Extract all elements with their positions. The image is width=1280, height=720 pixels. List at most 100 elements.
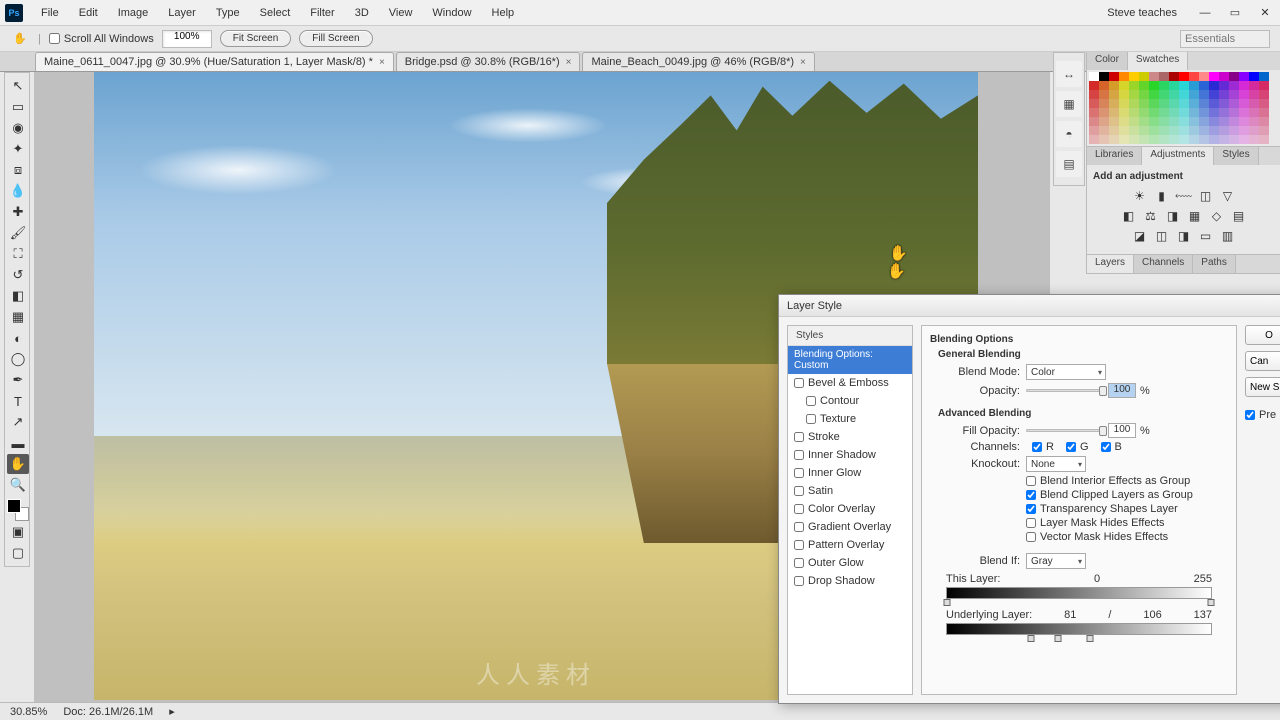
swatches-grid[interactable] bbox=[1087, 70, 1280, 146]
levels-icon[interactable]: ▮ bbox=[1154, 188, 1170, 204]
drop-shadow-row[interactable]: Drop Shadow bbox=[788, 572, 912, 590]
new-style-button[interactable]: New S bbox=[1245, 377, 1280, 397]
cancel-button[interactable]: Can bbox=[1245, 351, 1280, 371]
properties-panel-icon[interactable]: ▦ bbox=[1056, 91, 1082, 117]
path-tool[interactable]: ↗ bbox=[7, 412, 29, 432]
brightness-icon[interactable]: ☀ bbox=[1132, 188, 1148, 204]
scroll-all-windows-checkbox[interactable]: Scroll All Windows bbox=[49, 33, 154, 45]
posterize-icon[interactable]: ◫ bbox=[1154, 228, 1170, 244]
menu-file[interactable]: File bbox=[31, 7, 69, 19]
invert-icon[interactable]: ◪ bbox=[1132, 228, 1148, 244]
opacity-input[interactable]: 100 bbox=[1108, 383, 1136, 398]
pattern-overlay-row[interactable]: Pattern Overlay bbox=[788, 536, 912, 554]
blending-options-row[interactable]: Blending Options: Custom bbox=[788, 346, 912, 374]
underlying-layer-gradient[interactable] bbox=[946, 623, 1212, 635]
tab-close-icon[interactable]: × bbox=[379, 57, 385, 68]
menu-3d[interactable]: 3D bbox=[345, 7, 379, 19]
menu-help[interactable]: Help bbox=[482, 7, 525, 19]
close-button[interactable]: ✕ bbox=[1255, 5, 1275, 21]
bevel-emboss-row[interactable]: Bevel & Emboss bbox=[788, 374, 912, 392]
wand-tool[interactable]: ✦ bbox=[7, 139, 29, 159]
bw-icon[interactable]: ◨ bbox=[1165, 208, 1181, 224]
status-doc-size[interactable]: Doc: 26.1M/26.1M bbox=[63, 706, 153, 718]
gradient-tool[interactable]: ▦ bbox=[7, 307, 29, 327]
eyedropper-tool[interactable]: 💧 bbox=[7, 181, 29, 201]
stamp-tool[interactable]: ⛶ bbox=[7, 244, 29, 264]
menu-image[interactable]: Image bbox=[108, 7, 159, 19]
fit-screen-button[interactable]: Fit Screen bbox=[220, 30, 292, 47]
swatches-tab[interactable]: Swatches bbox=[1128, 52, 1188, 70]
styles-tab[interactable]: Styles bbox=[1214, 147, 1258, 165]
menu-view[interactable]: View bbox=[379, 7, 423, 19]
menu-edit[interactable]: Edit bbox=[69, 7, 108, 19]
pen-tool[interactable]: ✒ bbox=[7, 370, 29, 390]
blend-mode-select[interactable]: Color bbox=[1026, 364, 1106, 380]
tab-close-icon[interactable]: × bbox=[566, 57, 572, 68]
lut-icon[interactable]: ▤ bbox=[1231, 208, 1247, 224]
adjustments-tab[interactable]: Adjustments bbox=[1142, 147, 1214, 165]
inner-shadow-row[interactable]: Inner Shadow bbox=[788, 446, 912, 464]
channel-r-checkbox[interactable]: R bbox=[1032, 441, 1054, 453]
status-arrow-icon[interactable]: ▸ bbox=[169, 705, 175, 718]
document-tab[interactable]: Maine_0611_0047.jpg @ 30.9% (Hue/Saturat… bbox=[35, 52, 394, 71]
balance-icon[interactable]: ⚖ bbox=[1143, 208, 1159, 224]
document-tab[interactable]: Maine_Beach_0049.jpg @ 46% (RGB/8*)× bbox=[582, 52, 814, 71]
exposure-icon[interactable]: ◫ bbox=[1198, 188, 1214, 204]
knockout-select[interactable]: None bbox=[1026, 456, 1086, 472]
layers-tab[interactable]: Layers bbox=[1087, 255, 1134, 273]
blur-tool[interactable]: ◐ bbox=[7, 328, 29, 348]
fill-opacity-slider[interactable] bbox=[1026, 429, 1104, 432]
move-tool[interactable]: ↖ bbox=[7, 76, 29, 96]
workspace-switcher[interactable]: Essentials bbox=[1180, 30, 1270, 48]
libraries-tab[interactable]: Libraries bbox=[1087, 147, 1142, 165]
type-tool[interactable]: T bbox=[7, 391, 29, 411]
blend-interior-checkbox[interactable]: Blend Interior Effects as Group bbox=[1026, 475, 1228, 487]
color-tab[interactable]: Color bbox=[1087, 52, 1128, 70]
preview-checkbox[interactable]: Pre bbox=[1245, 409, 1280, 421]
dodge-tool[interactable]: ◯ bbox=[7, 349, 29, 369]
selective-icon[interactable]: ▥ bbox=[1220, 228, 1236, 244]
blend-clipped-checkbox[interactable]: Blend Clipped Layers as Group bbox=[1026, 489, 1228, 501]
photo-filter-icon[interactable]: ▦ bbox=[1187, 208, 1203, 224]
hand-tool-icon[interactable]: ✋ bbox=[10, 29, 30, 49]
character-panel-icon[interactable]: ▤ bbox=[1056, 151, 1082, 177]
vibrance-icon[interactable]: ▽ bbox=[1220, 188, 1236, 204]
zoom-tool[interactable]: 🔍 bbox=[7, 475, 29, 495]
minimize-button[interactable]: — bbox=[1195, 5, 1215, 21]
outer-glow-row[interactable]: Outer Glow bbox=[788, 554, 912, 572]
menu-window[interactable]: Window bbox=[422, 7, 481, 19]
blend-if-select[interactable]: Gray bbox=[1026, 553, 1086, 569]
layer-mask-hides-checkbox[interactable]: Layer Mask Hides Effects bbox=[1026, 517, 1228, 529]
crop-tool[interactable]: ⧈ bbox=[7, 160, 29, 180]
zoom-level-input[interactable]: 100% bbox=[162, 30, 212, 48]
vector-mask-hides-checkbox[interactable]: Vector Mask Hides Effects bbox=[1026, 531, 1228, 543]
lasso-tool[interactable]: ◉ bbox=[7, 118, 29, 138]
hand-tool[interactable]: ✋ bbox=[7, 454, 29, 474]
texture-row[interactable]: Texture bbox=[788, 410, 912, 428]
opacity-slider[interactable] bbox=[1026, 389, 1104, 392]
shape-tool[interactable]: ▬ bbox=[7, 433, 29, 453]
channel-b-checkbox[interactable]: B bbox=[1101, 441, 1122, 453]
info-panel-icon[interactable]: ◓ bbox=[1056, 121, 1082, 147]
quick-mask-toggle[interactable]: ▣ bbox=[7, 522, 29, 542]
paths-tab[interactable]: Paths bbox=[1193, 255, 1236, 273]
mixer-icon[interactable]: ◇ bbox=[1209, 208, 1225, 224]
history-brush-tool[interactable]: ↺ bbox=[7, 265, 29, 285]
document-tab[interactable]: Bridge.psd @ 30.8% (RGB/16*)× bbox=[396, 52, 581, 71]
history-panel-icon[interactable]: ↔ bbox=[1056, 61, 1082, 87]
foreground-background-colors[interactable] bbox=[7, 499, 29, 521]
hue-icon[interactable]: ◧ bbox=[1121, 208, 1137, 224]
channel-g-checkbox[interactable]: G bbox=[1066, 441, 1089, 453]
channels-tab[interactable]: Channels bbox=[1134, 255, 1193, 273]
gradient-overlay-row[interactable]: Gradient Overlay bbox=[788, 518, 912, 536]
stroke-row[interactable]: Stroke bbox=[788, 428, 912, 446]
fill-screen-button[interactable]: Fill Screen bbox=[299, 30, 372, 47]
contour-row[interactable]: Contour bbox=[788, 392, 912, 410]
inner-glow-row[interactable]: Inner Glow bbox=[788, 464, 912, 482]
satin-row[interactable]: Satin bbox=[788, 482, 912, 500]
eraser-tool[interactable]: ◧ bbox=[7, 286, 29, 306]
menu-filter[interactable]: Filter bbox=[300, 7, 344, 19]
threshold-icon[interactable]: ◨ bbox=[1176, 228, 1192, 244]
healing-tool[interactable]: ✚ bbox=[7, 202, 29, 222]
brush-tool[interactable]: 🖌 bbox=[7, 223, 29, 243]
